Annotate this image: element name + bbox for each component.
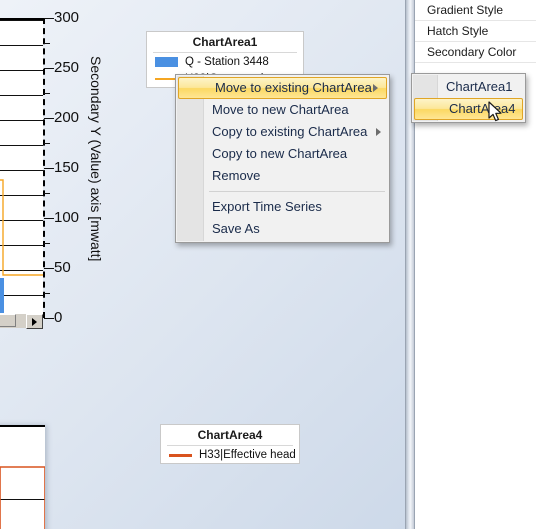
axis-tick-mark <box>44 193 50 194</box>
context-menu[interactable]: Move to existing ChartArea Move to new Ch… <box>175 74 390 243</box>
axis-tick-mark <box>44 43 50 44</box>
axis-tick-label: 250 <box>54 59 80 76</box>
axis-tick-label: 0 <box>54 309 63 326</box>
chart-gridline <box>0 145 43 146</box>
chart-gridline <box>0 195 43 196</box>
app-root: 300 250 200 150 100 50 0 Secondary Y (Value) a… <box>0 0 536 529</box>
scroll-right-arrow-icon[interactable] <box>26 314 43 329</box>
menu-item[interactable]: Move to existing ChartArea <box>178 77 387 99</box>
chart-bar <box>0 278 4 318</box>
axis-tick-mark <box>44 18 54 19</box>
legend-label: H33|Effective head <box>199 449 296 461</box>
axis-tick-mark <box>44 143 50 144</box>
menu-item[interactable]: Move to new ChartArea <box>176 99 389 121</box>
legend-swatch-bar-icon <box>155 57 178 67</box>
axis-tick-label: 150 <box>54 159 80 176</box>
legend-item[interactable]: Q - Station 3448 <box>147 53 303 70</box>
chart-gridline <box>0 70 43 71</box>
context-submenu-chartareas[interactable]: ChartArea1 ChartArea4 <box>411 73 526 123</box>
scrollbar-thumb[interactable] <box>0 314 16 327</box>
legend-swatch-line-icon <box>169 453 192 457</box>
menu-item-label: Move to new ChartArea <box>212 102 349 117</box>
menu-item-label: Export Time Series <box>212 199 322 214</box>
axis-tick-label: 300 <box>54 9 80 26</box>
menu-item-label: ChartArea1 <box>446 79 513 94</box>
chevron-right-icon <box>376 128 381 136</box>
axis-tick-label: 100 <box>54 209 80 226</box>
menu-item[interactable]: ChartArea4 <box>414 98 523 120</box>
menu-item[interactable]: Remove <box>176 165 389 187</box>
chart-area-4-legend[interactable]: ChartArea4 H33|Effective head <box>160 424 300 464</box>
axis-tick-mark <box>44 68 54 69</box>
menu-item-label: Save As <box>212 221 260 236</box>
secondary-y-axis-title: Secondary Y (Value) axis [mwatt] <box>88 56 104 262</box>
menu-item[interactable]: Save As <box>176 218 389 240</box>
chart-gridline <box>0 95 43 96</box>
axis-tick-mark <box>44 218 54 219</box>
chart-gridline <box>0 170 43 171</box>
chevron-right-icon <box>373 84 378 92</box>
menu-separator <box>209 191 385 192</box>
chart-gridline <box>0 45 43 46</box>
legend-item[interactable]: H33|Effective head <box>161 446 299 463</box>
menu-item-label: ChartArea4 <box>449 101 516 116</box>
chart-gridline <box>0 220 43 221</box>
legend-title-chartarea4: ChartArea4 <box>167 425 293 446</box>
axis-tick-mark <box>44 118 54 119</box>
axis-tick-mark <box>44 93 50 94</box>
menu-item-label: Remove <box>212 168 261 183</box>
axis-tick-mark <box>44 293 50 294</box>
chart-gridline <box>0 20 43 21</box>
chart-area-1-plot[interactable] <box>0 18 43 321</box>
property-row[interactable]: Hatch Style <box>415 21 536 42</box>
axis-tick-mark <box>44 243 50 244</box>
menu-item-label: Copy to new ChartArea <box>212 146 348 161</box>
chart-gridline <box>0 295 43 296</box>
chart-gridline <box>0 120 43 121</box>
menu-item[interactable]: Export Time Series <box>176 196 389 218</box>
property-list: Gradient Style Hatch Style Secondary Color <box>415 0 536 63</box>
axis-tick-label: 50 <box>54 259 71 276</box>
chart-horizontal-scrollbar[interactable] <box>0 313 43 329</box>
menu-item-label: Move to existing ChartArea <box>215 80 372 95</box>
chart-area-4-plot[interactable] <box>0 425 45 529</box>
chart-gridline <box>0 270 43 271</box>
axis-tick-label: 200 <box>54 109 80 126</box>
menu-item-label: Copy to existing ChartArea <box>212 124 368 139</box>
axis-tick-mark <box>44 318 54 319</box>
effective-head-line <box>0 466 45 529</box>
menu-item[interactable]: ChartArea1 <box>412 76 525 98</box>
chart-gridline <box>0 245 43 246</box>
menu-item[interactable]: Copy to new ChartArea <box>176 143 389 165</box>
property-row[interactable]: Secondary Color <box>415 42 536 63</box>
axis-tick-mark <box>44 168 54 169</box>
menu-item[interactable]: Copy to existing ChartArea <box>176 121 389 143</box>
legend-label: Q - Station 3448 <box>185 56 269 68</box>
legend-title-chartarea1: ChartArea1 <box>153 32 297 53</box>
axis-tick-mark <box>44 268 54 269</box>
property-row[interactable]: Gradient Style <box>415 0 536 21</box>
